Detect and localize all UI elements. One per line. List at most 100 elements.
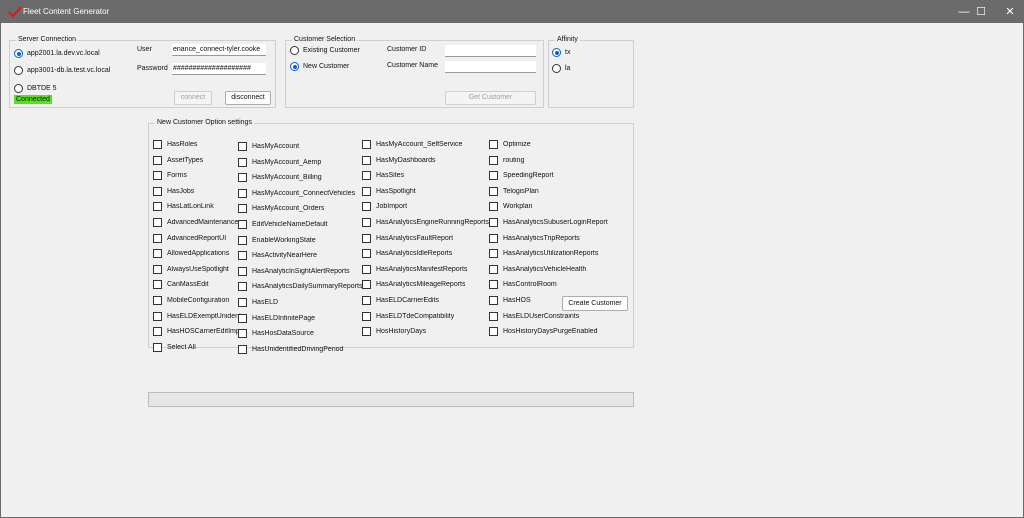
option-checkbox[interactable]: HasControlRoom (489, 280, 557, 290)
radio-selected-icon (552, 48, 561, 57)
checkbox-icon (489, 171, 498, 181)
server-radio-1[interactable]: app2001.la.dev.vc.local (14, 49, 100, 58)
option-checkbox[interactable]: HasHOSCarrierEditImpro (153, 327, 246, 337)
option-checkbox[interactable]: MobileConfiguration (153, 296, 229, 305)
option-checkbox[interactable]: JobImport (362, 202, 408, 212)
option-checkbox[interactable]: SpeedingReport (489, 171, 554, 181)
get-customer-button[interactable]: Get Customer (445, 91, 536, 105)
option-label: routing (503, 156, 525, 164)
server-radio-3[interactable]: DBTDE 5 (14, 84, 57, 93)
radio-icon (290, 46, 299, 55)
checkbox-icon (489, 296, 498, 305)
option-checkbox[interactable]: HasMyAccount_SelfService (362, 140, 462, 149)
option-checkbox[interactable]: HasAnalyticsIdleReports (362, 249, 452, 259)
option-checkbox[interactable]: HasELD (238, 298, 278, 307)
disconnect-button[interactable]: disconnect (225, 91, 271, 105)
new-customer-radio[interactable]: New Customer (290, 62, 349, 71)
checkbox-icon (362, 264, 371, 274)
option-checkbox[interactable]: HosHistoryDays (362, 327, 426, 337)
option-checkbox[interactable]: HosHistoryDaysPurgeEnabled (489, 327, 598, 337)
connect-button[interactable]: connect (174, 91, 212, 105)
option-checkbox[interactable]: HasAnalyticInSightAlertReports (238, 266, 350, 276)
checkbox-icon (238, 173, 247, 183)
option-checkbox[interactable]: Optimize (489, 140, 531, 149)
option-checkbox[interactable]: HasAnalyticsMileageReports (362, 280, 465, 290)
create-customer-button[interactable]: Create Customer (562, 296, 628, 311)
option-checkbox[interactable]: AlwaysUseSpotlight (153, 264, 229, 274)
option-checkbox[interactable]: HasAnalyticsSubuserLoginReport (489, 218, 608, 227)
option-checkbox[interactable]: HasRoles (153, 140, 197, 149)
option-checkbox[interactable]: EditVehicleNameDefault (238, 220, 328, 229)
option-checkbox[interactable]: HasJobs (153, 186, 194, 196)
option-checkbox[interactable]: HasELDInfinitePage (238, 313, 315, 323)
option-label: HasMyAccount_Billing (252, 174, 322, 182)
option-checkbox[interactable]: HasMyAccount_Billing (238, 173, 322, 183)
checkbox-icon (362, 171, 371, 181)
connection-status-badge: Connected (14, 95, 52, 104)
option-checkbox[interactable]: HasAnalyticsFaultReport (362, 233, 453, 243)
option-checkbox[interactable]: HasUnidentifiedDrivingPeriod (238, 344, 344, 354)
option-checkbox[interactable]: HasSites (362, 171, 405, 181)
radio-icon (14, 66, 23, 75)
option-checkbox[interactable]: HasELDExemptUnidenti (153, 311, 242, 321)
password-input[interactable]: #################### (172, 63, 266, 75)
option-label: HasAnalyticsVehicleHealth (503, 265, 587, 273)
option-checkbox[interactable]: HasAnalyticsDailySummaryReports (238, 282, 363, 292)
option-checkbox[interactable]: HasMyAccount (238, 142, 299, 151)
option-checkbox[interactable]: AssetTypes (153, 155, 203, 165)
checkbox-icon (238, 251, 247, 261)
option-checkbox[interactable]: HasMyDashboards (362, 155, 436, 165)
checkbox-icon (238, 220, 247, 229)
option-checkbox[interactable]: CanMassEdit (153, 280, 209, 290)
option-checkbox[interactable]: routing (489, 155, 525, 165)
existing-customer-radio[interactable]: Existing Customer (290, 46, 360, 55)
checkbox-icon (489, 202, 498, 212)
option-checkbox[interactable]: HasAnalyticsManifestReports (362, 264, 467, 274)
checkbox-icon (489, 186, 498, 196)
option-checkbox[interactable]: HasMyAccount_ConnectVehicles (238, 188, 355, 198)
checkbox-icon (238, 298, 247, 307)
option-label: HasUnidentifiedDrivingPeriod (252, 345, 344, 353)
option-checkbox[interactable]: HasELDCarrierEdits (362, 296, 439, 305)
checkbox-icon (153, 280, 162, 290)
option-checkbox[interactable]: EnableWorkingState (238, 235, 316, 245)
option-checkbox[interactable]: Forms (153, 171, 187, 181)
option-checkbox[interactable]: HasAnalyticsUtilizationReports (489, 249, 598, 259)
option-checkbox[interactable]: HasELDUserConstraints (489, 311, 579, 321)
customer-selection-label: Customer Selection (292, 36, 358, 43)
option-label: HasSites (376, 172, 405, 180)
option-checkbox[interactable]: AdvancedReportUI (153, 233, 226, 243)
option-label: TelogisPlan (503, 187, 539, 195)
title-bar: Fleet Content Generator — ☐ ✕ (1, 1, 1023, 23)
customer-name-label: Customer Name (387, 62, 438, 69)
option-checkbox[interactable]: HasLatLonLink (153, 202, 214, 212)
option-label: JobImport (376, 203, 408, 211)
option-checkbox[interactable]: Select All (153, 342, 196, 352)
affinity-radio-la[interactable]: la (552, 64, 570, 73)
option-checkbox[interactable]: HasMyAccount_Aemp (238, 157, 321, 167)
option-checkbox[interactable]: AllowedApplications (153, 249, 229, 259)
option-checkbox[interactable]: HasAnalyticsVehicleHealth (489, 264, 587, 274)
customer-name-input[interactable] (445, 61, 536, 73)
option-checkbox[interactable]: HasSpotlight (362, 186, 416, 196)
option-checkbox[interactable]: TelogisPlan (489, 186, 539, 196)
option-checkbox[interactable]: Workplan (489, 202, 532, 212)
customer-id-input[interactable] (445, 45, 536, 57)
user-input[interactable]: enance_connect-tyler.cooke (172, 44, 266, 56)
option-checkbox[interactable]: HasHosDataSource (238, 329, 314, 339)
option-checkbox[interactable]: HasActivityNearHere (238, 251, 317, 261)
close-button[interactable]: ✕ (993, 1, 1024, 23)
option-label: HasAnalyticsEngineRunningReports (376, 219, 489, 226)
option-checkbox[interactable]: HasELDTdeCompatibility (362, 311, 454, 321)
option-checkbox[interactable]: HasHOS (489, 296, 531, 305)
user-label: User (137, 46, 152, 53)
window-title: Fleet Content Generator (23, 7, 110, 16)
option-label: HasAnalyticsDailySummaryReports (252, 283, 363, 291)
option-checkbox[interactable]: HasAnalyticsEngineRunningReports (362, 218, 489, 227)
option-checkbox[interactable]: AdvancedMaintenance (153, 218, 238, 227)
affinity-radio-tx[interactable]: tx (552, 48, 570, 57)
option-checkbox[interactable]: HasAnalyticsTripReports (489, 233, 580, 243)
option-checkbox[interactable]: HasMyAccount_Orders (238, 204, 324, 214)
server-radio-2[interactable]: app3001-db.la.test.vc.local (14, 66, 110, 75)
option-label: Select All (167, 343, 196, 351)
